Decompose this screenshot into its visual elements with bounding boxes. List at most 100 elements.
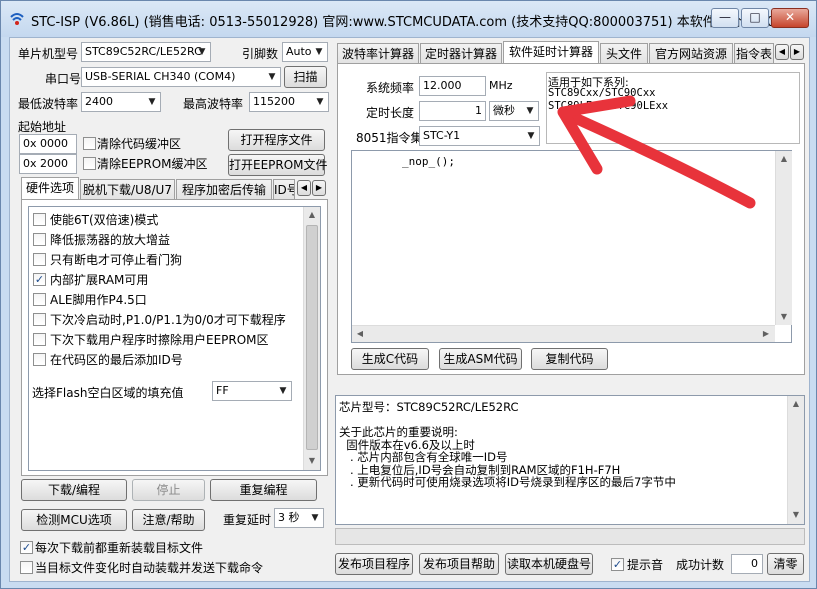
scan-button[interactable]: 扫描	[284, 66, 327, 88]
chevron-down-icon: ▼	[315, 47, 323, 57]
chevron-down-icon: ▼	[148, 97, 156, 107]
serial-port-value: USB-SERIAL CH340 (COM4)	[85, 70, 236, 83]
tab-encrypted-transfer[interactable]: 程序加密后传输	[176, 179, 272, 200]
tab-timer-calculator[interactable]: 定时器计算器	[420, 43, 502, 64]
scroll-down-icon[interactable]: ▼	[304, 453, 320, 469]
repeat-program-button[interactable]: 重复编程	[210, 479, 317, 501]
scroll-left-icon[interactable]: ◀	[352, 326, 368, 342]
tab-id-number[interactable]: ID号	[273, 179, 295, 200]
generate-asm-code-button[interactable]: 生成ASM代码	[439, 348, 522, 370]
code-vertical-scrollbar[interactable]: ▲ ▼	[775, 151, 792, 325]
scroll-down-icon[interactable]: ▼	[776, 309, 792, 325]
options-scrollbar[interactable]: ▲ ▼	[303, 207, 320, 470]
generated-code-area[interactable]: _nop_(); ▲ ▼ ◀ ▶	[351, 150, 792, 343]
code-start-address-input[interactable]: 0x 0000	[19, 134, 77, 154]
chevron-down-icon: ▼	[279, 386, 287, 396]
flash-fill-select[interactable]: FF ▼	[212, 381, 292, 401]
flash-fill-value: FF	[216, 384, 229, 397]
chip-info-area[interactable]: 芯片型号：STC89C52RC/LE52RC 关于此芯片的重要说明: 固件版本在v…	[335, 395, 805, 525]
publish-project-button[interactable]: 发布项目程序	[335, 553, 413, 575]
title-bar[interactable]: STC-ISP (V6.86L) (销售电话: 0513-55012928) 官…	[1, 1, 816, 37]
delay-unit-select[interactable]: 微秒 ▼	[489, 101, 539, 121]
clear-count-button[interactable]: 清零	[767, 553, 804, 575]
eeprom-start-address-input[interactable]: 0x 2000	[19, 154, 77, 174]
tab-scroll-right-button[interactable]: ▶	[312, 180, 326, 196]
mcu-type-label: 单片机型号	[18, 47, 79, 61]
open-eeprom-file-button[interactable]: 打开EEPROM文件	[228, 154, 328, 176]
tab-header-file[interactable]: 头文件	[600, 43, 648, 64]
close-button[interactable]: ✕	[771, 8, 809, 28]
right-tab-scroll-right-button[interactable]: ▶	[790, 44, 804, 60]
tab-instruction-table[interactable]: 指令表	[734, 43, 774, 64]
tab-official-resources[interactable]: 官方网站资源	[649, 43, 733, 64]
success-count-label: 成功计数	[676, 558, 725, 572]
repeat-delay-select[interactable]: 3 秒 ▼	[274, 508, 324, 528]
maximize-button[interactable]: □	[741, 8, 769, 28]
instruction-set-value: STC-Y1	[423, 129, 461, 142]
option-checkbox[interactable]	[33, 253, 46, 266]
publish-help-button[interactable]: 发布项目帮助	[419, 553, 499, 575]
delay-length-label: 定时长度	[366, 106, 415, 120]
code-horizontal-scrollbar[interactable]: ◀ ▶	[352, 325, 775, 342]
pin-count-select[interactable]: Auto ▼	[282, 42, 328, 62]
detect-mcu-options-button[interactable]: 检测MCU选项	[21, 509, 127, 531]
instruction-set-select[interactable]: STC-Y1 ▼	[419, 126, 540, 146]
option-checkbox[interactable]	[33, 353, 46, 366]
tab-offline-download[interactable]: 脱机下载/U8/U7	[80, 179, 175, 200]
scroll-thumb[interactable]	[306, 225, 318, 450]
series-info-box: 适用于如下系列: STC89Cxx/STC90Cxx STC89LExx/STC…	[546, 72, 800, 144]
minimize-button[interactable]: —	[711, 8, 739, 28]
option-label: 下次冷启动时,P1.0/P1.1为0/0才可下载程序	[50, 313, 286, 327]
scroll-right-icon[interactable]: ▶	[758, 326, 774, 342]
system-frequency-label: 系统频率	[366, 81, 415, 95]
tab-scroll-left-button[interactable]: ◀	[297, 180, 311, 196]
max-baud-select[interactable]: 115200 ▼	[249, 92, 329, 112]
generate-c-code-button[interactable]: 生成C代码	[351, 348, 429, 370]
main-window: STC-ISP (V6.86L) (销售电话: 0513-55012928) 官…	[0, 0, 817, 589]
delay-length-input[interactable]: 1	[419, 101, 486, 121]
delay-unit-value: 微秒	[493, 104, 515, 117]
chevron-down-icon: ▼	[527, 131, 535, 141]
window-title: STC-ISP (V6.86L) (销售电话: 0513-55012928) 官…	[31, 15, 788, 30]
option-label: 降低振荡器的放大增益	[50, 233, 171, 247]
tab-baud-calculator[interactable]: 波特率计算器	[337, 43, 419, 64]
download-program-button[interactable]: 下载/编程	[21, 479, 127, 501]
right-tab-scroll-left-button[interactable]: ◀	[775, 44, 789, 60]
option-checkbox[interactable]	[33, 213, 46, 226]
option-checkbox[interactable]	[33, 293, 46, 306]
scroll-up-icon[interactable]: ▲	[304, 207, 320, 223]
instruction-set-label: 8051指令集	[356, 131, 423, 145]
mcu-type-select[interactable]: STC89C52RC/LE52RC ▼	[81, 42, 211, 62]
min-baud-select[interactable]: 2400 ▼	[81, 92, 161, 112]
progress-bar	[335, 528, 805, 545]
option-checkbox[interactable]	[33, 313, 46, 326]
chip-info-line: . 更新代码时可使用烧录选项将ID号烧录到程序区的最后7字节中	[339, 475, 676, 489]
read-disk-number-button[interactable]: 读取本机硬盘号	[505, 553, 593, 575]
tab-software-delay-calculator[interactable]: 软件延时计算器	[503, 41, 599, 64]
reload-before-download-label: 每次下载前都重新装载目标文件	[35, 541, 204, 555]
clear-eeprom-checkbox[interactable]	[83, 157, 96, 170]
sound-label: 提示音	[627, 558, 664, 572]
option-checkbox[interactable]	[33, 333, 46, 346]
option-checkbox[interactable]	[33, 233, 46, 246]
scroll-up-icon[interactable]: ▲	[788, 396, 804, 412]
option-checkbox[interactable]: ✓	[33, 273, 46, 286]
notes-help-button[interactable]: 注意/帮助	[132, 509, 205, 531]
stop-button[interactable]: 停止	[132, 479, 205, 501]
clear-code-checkbox[interactable]	[83, 137, 96, 150]
sound-checkbox[interactable]: ✓	[611, 558, 624, 571]
info-scrollbar[interactable]: ▲ ▼	[787, 396, 804, 524]
system-frequency-input[interactable]: 12.000	[419, 76, 486, 96]
scroll-down-icon[interactable]: ▼	[788, 507, 804, 523]
mcu-type-value: STC89C52RC/LE52RC	[85, 45, 202, 58]
serial-port-select[interactable]: USB-SERIAL CH340 (COM4) ▼	[81, 67, 281, 87]
copy-code-button[interactable]: 复制代码	[531, 348, 608, 370]
tab-hardware-options[interactable]: 硬件选项	[21, 177, 79, 200]
flash-fill-label: 选择Flash空白区域的填充值	[32, 386, 184, 400]
scroll-up-icon[interactable]: ▲	[776, 151, 792, 167]
option-label: 内部扩展RAM可用	[50, 273, 149, 287]
open-program-file-button[interactable]: 打开程序文件	[228, 129, 325, 151]
min-baud-label: 最低波特率	[18, 97, 79, 111]
reload-before-download-checkbox[interactable]: ✓	[20, 541, 33, 554]
auto-download-checkbox[interactable]	[20, 561, 33, 574]
